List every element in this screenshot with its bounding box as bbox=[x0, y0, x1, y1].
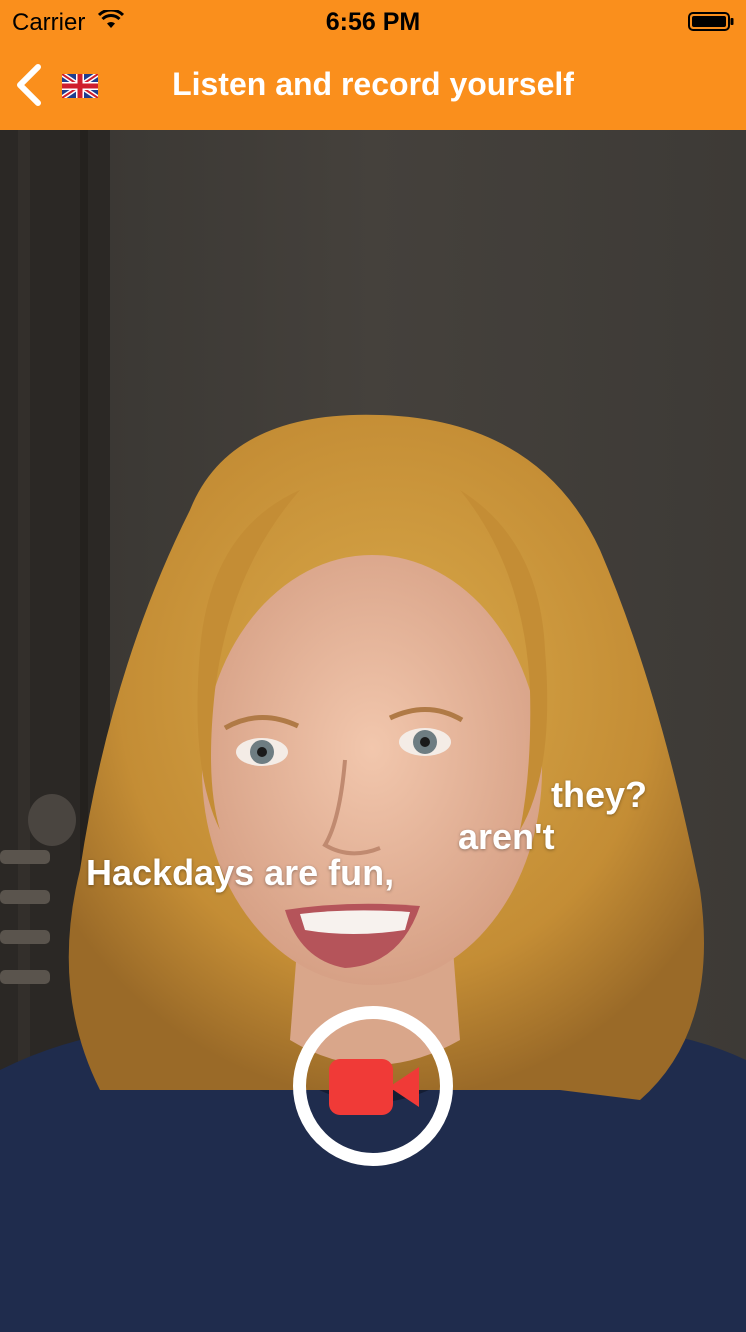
clock: 6:56 PM bbox=[325, 8, 421, 36]
page-title: Listen and record yourself bbox=[172, 66, 574, 102]
status-bar: Carrier 6:56 PM bbox=[0, 0, 746, 42]
header: Carrier 6:56 PM Listen and record yourse… bbox=[0, 0, 746, 130]
navigation-bar: Listen and record yourself bbox=[0, 42, 746, 130]
subtitle-word: Hackdays are fun, bbox=[86, 852, 395, 893]
record-button[interactable] bbox=[293, 1006, 453, 1166]
video-camera-icon bbox=[329, 1059, 419, 1115]
subtitle-word: aren't bbox=[458, 816, 555, 857]
subtitle-word: they? bbox=[551, 774, 648, 815]
battery-icon bbox=[688, 12, 734, 31]
camera-preview: Hackdays are fun, aren't they? bbox=[0, 130, 746, 1332]
